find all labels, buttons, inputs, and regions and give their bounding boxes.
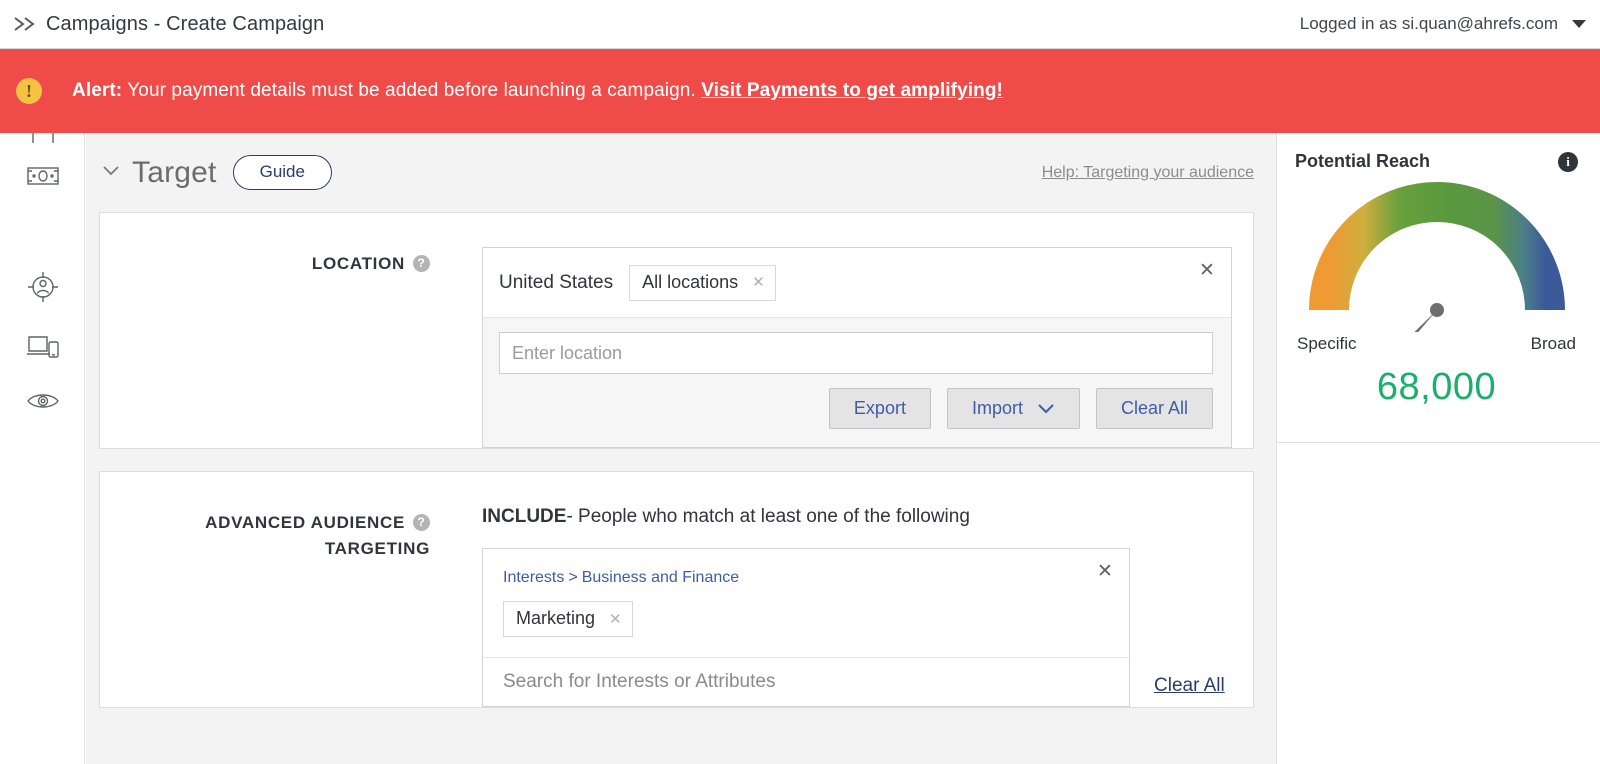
logged-in-label: Logged in as si.quan@ahrefs.com <box>1300 14 1558 34</box>
chevron-down-icon[interactable] <box>100 162 122 184</box>
close-icon[interactable]: ✕ <box>752 273 765 291</box>
page-title: Campaigns - Create Campaign <box>46 13 324 36</box>
export-button[interactable]: Export <box>829 388 931 429</box>
location-chip-label: All locations <box>642 272 738 293</box>
account-menu[interactable]: Logged in as si.quan@ahrefs.com <box>1300 14 1586 34</box>
location-label: LOCATION? <box>312 251 430 277</box>
interests-breadcrumb: Interests> Business and Finance <box>503 569 1111 587</box>
question-mark-icon[interactable]: ? <box>413 514 430 531</box>
rail-item-target[interactable] <box>0 270 85 309</box>
audience-label-line2: TARGETING <box>325 539 430 558</box>
rail-item-budget[interactable] <box>0 165 85 192</box>
gauge-scale-labels: Specific Broad <box>1295 334 1578 354</box>
breadcrumb-separator: > <box>568 569 577 586</box>
clear-all-button[interactable]: Clear All <box>1096 388 1213 429</box>
right-panel: Potential Reach i <box>1276 133 1600 764</box>
location-chip[interactable]: All locations ✕ <box>629 265 776 301</box>
location-body: United States All locations ✕ ✕ Export <box>430 213 1253 448</box>
location-actions: Export Import Clear All <box>483 374 1231 447</box>
alert-body: Your payment details must be added befor… <box>122 80 701 101</box>
gauge-right-label: Broad <box>1531 334 1576 354</box>
breadcrumb-root[interactable]: Interests <box>503 569 564 586</box>
target-audience-icon <box>26 270 60 309</box>
double-chevron-right-icon[interactable] <box>8 7 42 41</box>
potential-reach-card: Potential Reach i <box>1277 133 1600 443</box>
campaign-create-page: Campaigns - Create Campaign Logged in as… <box>0 0 1600 764</box>
question-mark-icon[interactable]: ? <box>413 255 430 272</box>
include-prefix: INCLUDE <box>482 506 566 527</box>
location-selector: United States All locations ✕ ✕ Export <box>482 247 1232 448</box>
banknote-icon <box>27 165 59 192</box>
location-box-close-icon[interactable]: ✕ <box>1197 260 1217 280</box>
interests-selected: Interests> Business and Finance Marketing… <box>483 549 1129 657</box>
rail-item-preview[interactable] <box>0 390 85 417</box>
left-icon-rail <box>0 133 85 764</box>
exclamation-icon: ! <box>16 78 42 104</box>
location-input-row <box>483 318 1231 374</box>
location-selected-row: United States All locations ✕ ✕ <box>483 248 1231 318</box>
main-content: Target Guide Help: Targeting your audien… <box>86 133 1276 764</box>
interests-search-input[interactable] <box>483 658 1129 706</box>
gauge-svg <box>1309 182 1565 332</box>
location-label-col: LOCATION? <box>100 213 430 448</box>
chevron-down-icon <box>1037 403 1055 414</box>
alert-message: Alert: Your payment details must be adde… <box>72 80 1003 102</box>
info-icon[interactable]: i <box>1558 152 1578 172</box>
gauge-arc <box>1329 202 1545 310</box>
reach-gauge <box>1295 182 1578 332</box>
interests-box-close-icon[interactable]: ✕ <box>1095 561 1115 581</box>
devices-icon <box>26 333 60 366</box>
exclamation-glyph: ! <box>26 82 32 100</box>
audience-row: Interests> Business and Finance Marketing… <box>482 548 1253 707</box>
payment-alert-banner: ! Alert: Your payment details must be ad… <box>0 49 1600 133</box>
eye-icon <box>26 390 60 417</box>
potential-reach-header: Potential Reach i <box>1295 151 1578 172</box>
location-card: LOCATION? United States All locations ✕ … <box>99 212 1254 449</box>
guide-button[interactable]: Guide <box>233 155 332 190</box>
potential-reach-value: 68,000 <box>1295 366 1578 409</box>
caret-down-icon[interactable] <box>1572 20 1586 28</box>
audience-body: INCLUDE- People who match at least one o… <box>430 472 1253 707</box>
gauge-left-label: Specific <box>1297 334 1357 354</box>
top-bar: Campaigns - Create Campaign Logged in as… <box>0 0 1600 49</box>
location-label-text: LOCATION <box>312 254 405 273</box>
visit-payments-link[interactable]: Visit Payments to get amplifying! <box>701 80 1003 101</box>
audience-card: ADVANCED AUDIENCE? TARGETING INCLUDE- Pe… <box>99 471 1254 708</box>
audience-label: ADVANCED AUDIENCE? TARGETING <box>205 510 430 563</box>
breadcrumb-child[interactable]: Business and Finance <box>582 569 739 586</box>
section-title: Target <box>132 156 217 190</box>
info-glyph: i <box>1566 154 1570 170</box>
interest-tag-label: Marketing <box>516 608 595 629</box>
rail-item-devices[interactable] <box>0 333 85 366</box>
import-button[interactable]: Import <box>947 388 1080 429</box>
close-icon[interactable]: ✕ <box>609 610 622 628</box>
audience-clear-all-link[interactable]: Clear All <box>1154 675 1225 697</box>
rail-item-partial[interactable] <box>0 133 85 143</box>
alert-prefix: Alert: <box>72 80 122 101</box>
gauge-needle <box>1379 300 1447 332</box>
target-section-header: Target Guide Help: Targeting your audien… <box>86 133 1276 190</box>
import-label: Import <box>972 398 1023 419</box>
location-input[interactable] <box>499 332 1213 374</box>
audience-label-line1: ADVANCED AUDIENCE <box>205 513 405 532</box>
audience-label-col: ADVANCED AUDIENCE? TARGETING <box>100 472 430 707</box>
interest-tag[interactable]: Marketing ✕ <box>503 601 633 637</box>
help-targeting-link[interactable]: Help: Targeting your audience <box>1042 164 1254 182</box>
location-country: United States <box>499 272 613 294</box>
interests-selector: Interests> Business and Finance Marketing… <box>482 548 1130 707</box>
potential-reach-title: Potential Reach <box>1295 151 1430 172</box>
include-description: INCLUDE- People who match at least one o… <box>482 506 1253 528</box>
include-rest: - People who match at least one of the f… <box>566 506 969 527</box>
